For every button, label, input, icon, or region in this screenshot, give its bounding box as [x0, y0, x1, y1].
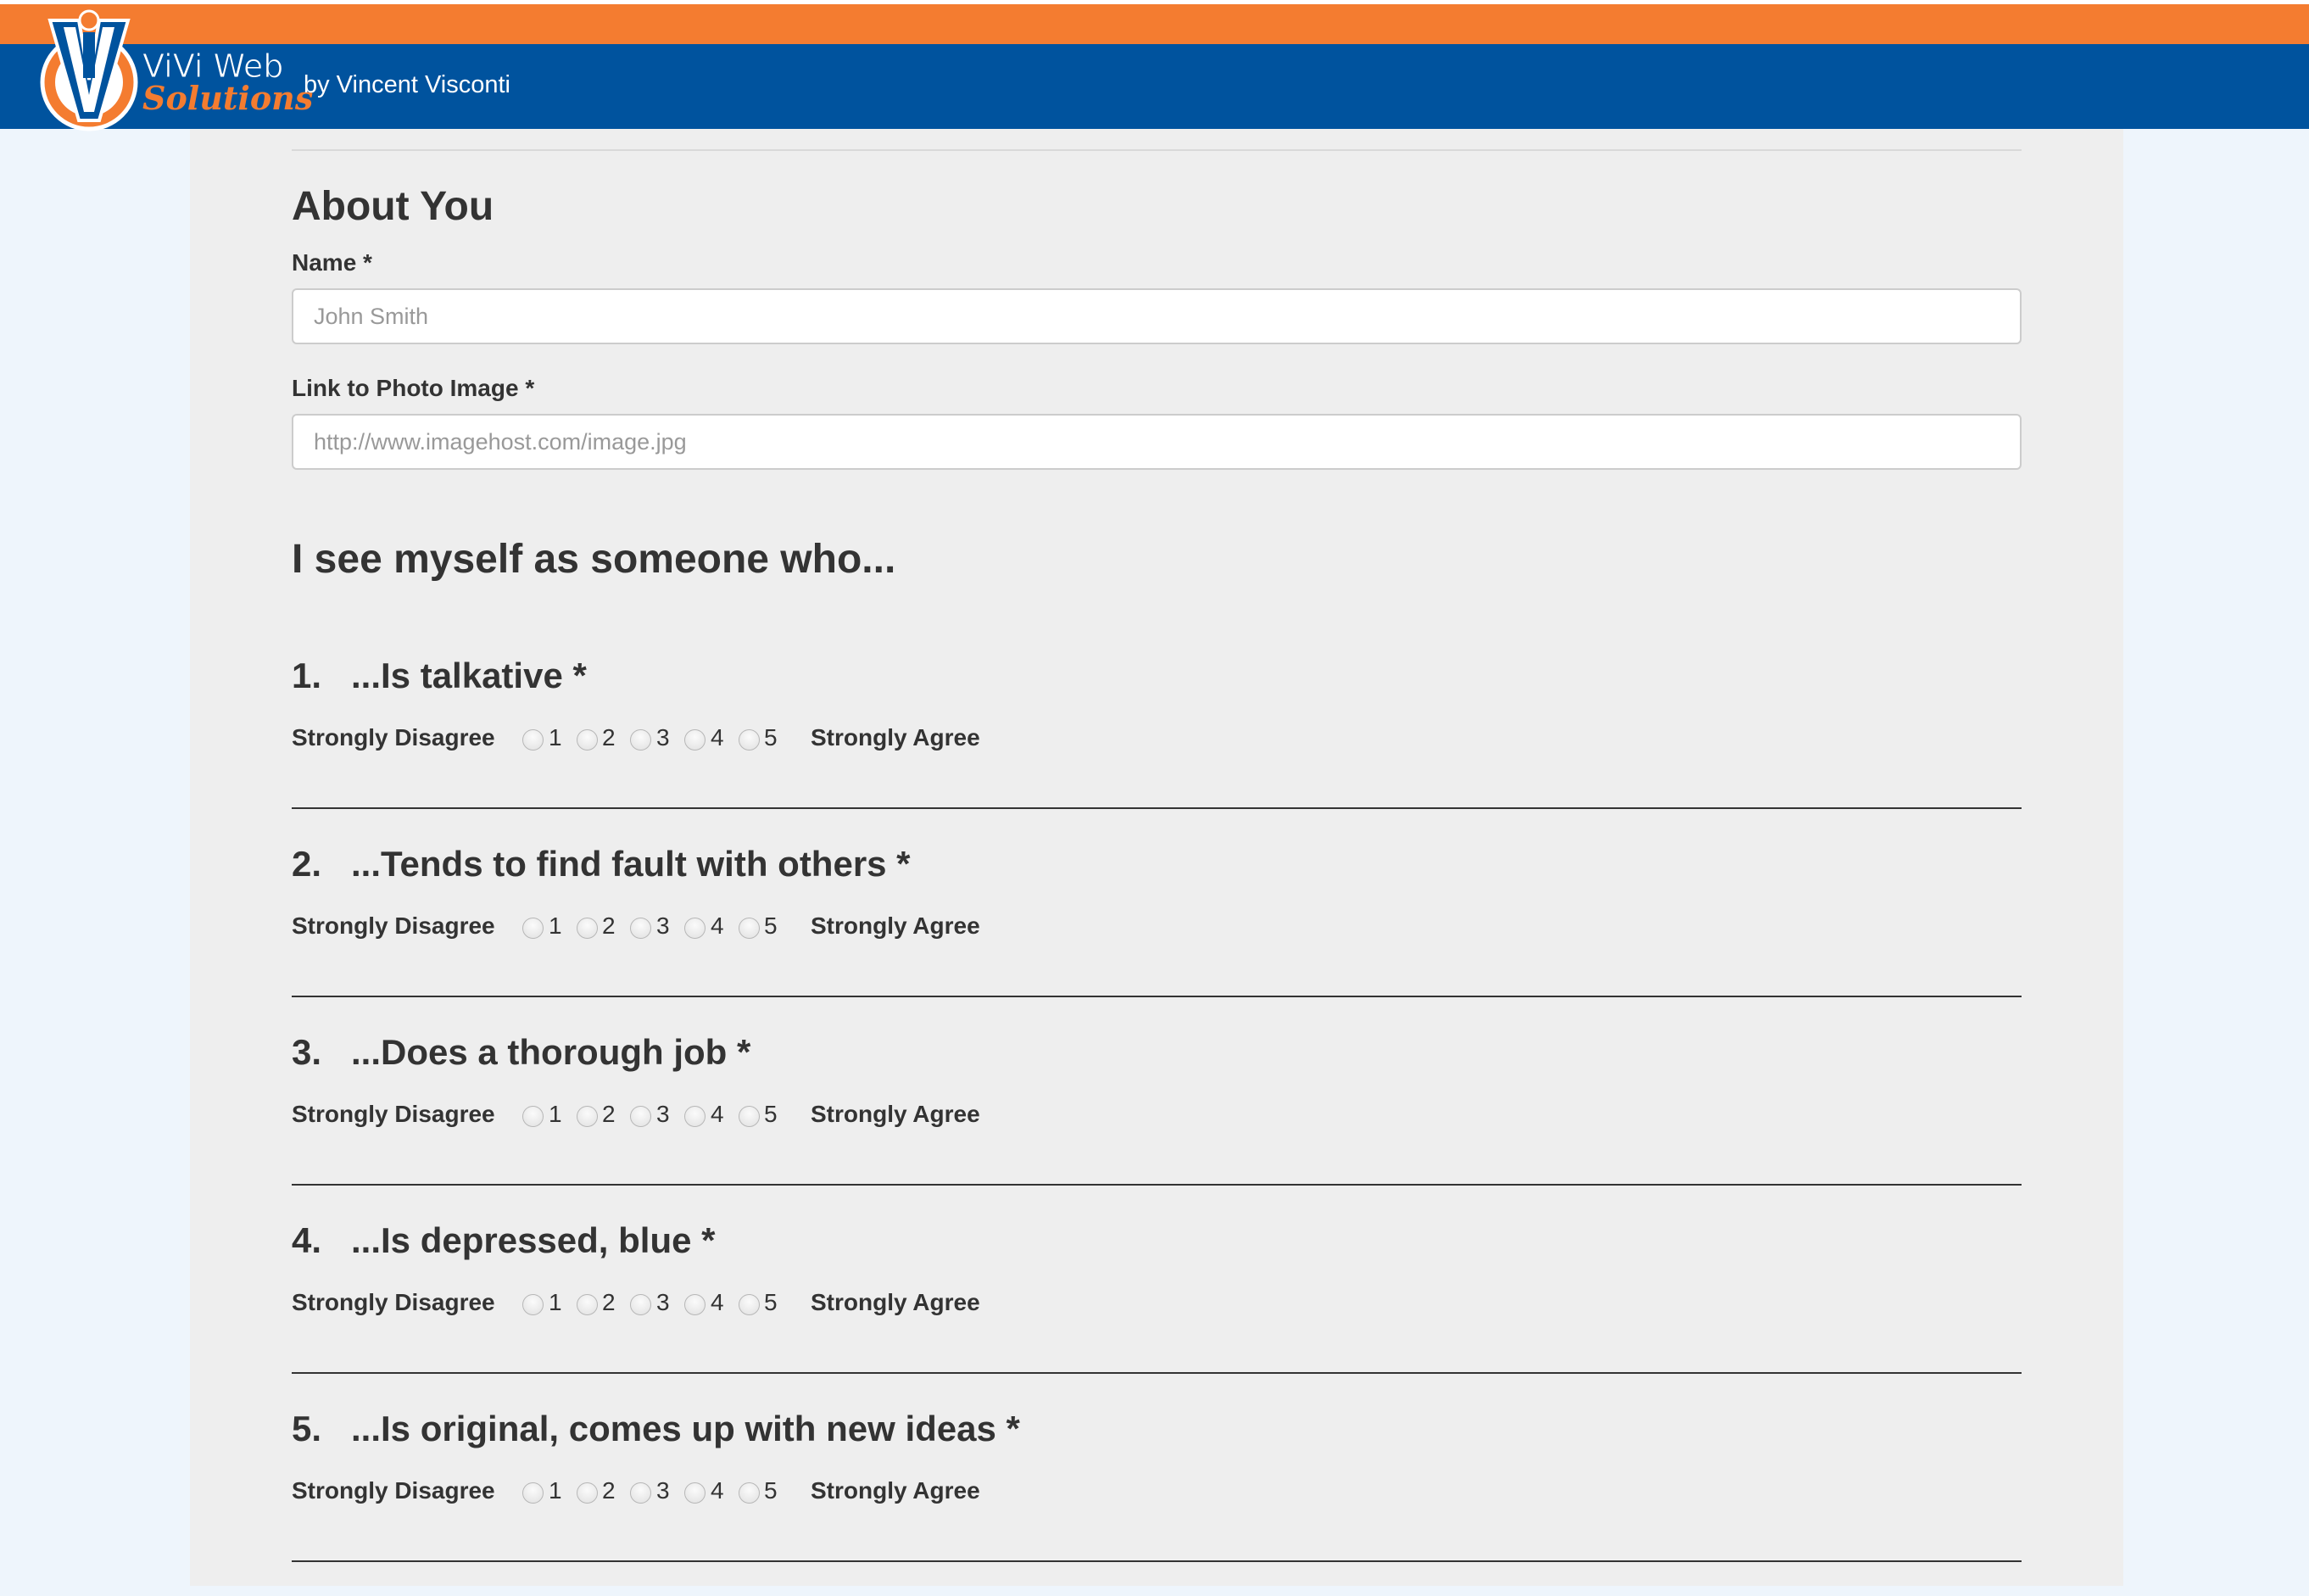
question-divider: [292, 1184, 2022, 1186]
rating-radio[interactable]: [577, 918, 598, 939]
rating-radio[interactable]: [630, 1482, 651, 1504]
question-number: 2.: [292, 844, 322, 884]
rating-radio[interactable]: [630, 918, 651, 939]
question-text: ...Is talkative *: [351, 656, 587, 695]
question-divider: [292, 1372, 2022, 1374]
scale-label-agree: Strongly Agree: [811, 912, 980, 939]
rating-value-label: 2: [602, 1289, 616, 1315]
scale-label-agree: Strongly Agree: [811, 1477, 980, 1504]
photo-link-input[interactable]: [292, 414, 2022, 470]
rating-value-label: 5: [764, 1477, 778, 1504]
question-text: ...Does a thorough job *: [351, 1032, 751, 1072]
question-item: 2. ...Tends to find fault with others * St…: [292, 843, 2022, 1031]
scale-label-disagree: Strongly Disagree: [292, 724, 495, 751]
brand-name-line2: Solutions: [142, 79, 314, 117]
scale-label-disagree: Strongly Disagree: [292, 912, 495, 939]
rating-value-label: 1: [549, 1101, 562, 1127]
question-item: 5. ...Is original, comes up with new idea…: [292, 1408, 2022, 1596]
rating-value-label: 1: [549, 1477, 562, 1504]
rating-radio[interactable]: [522, 1106, 544, 1127]
question-text: ...Is depressed, blue *: [351, 1220, 716, 1260]
survey-heading: I see myself as someone who...: [292, 537, 896, 582]
rating-value-label: 2: [602, 1477, 616, 1504]
rating-radio[interactable]: [739, 918, 760, 939]
question-title: 1. ...Is talkative *: [292, 655, 587, 697]
rating-radio[interactable]: [577, 1482, 598, 1504]
scale-label-agree: Strongly Agree: [811, 1289, 980, 1315]
about-you-title: About You: [292, 184, 494, 229]
question-title: 2. ...Tends to find fault with others *: [292, 843, 911, 885]
rating-value-label: 5: [764, 1289, 778, 1315]
rating-value-label: 2: [602, 724, 616, 751]
scale-label-disagree: Strongly Disagree: [292, 1101, 495, 1127]
scale-label-disagree: Strongly Disagree: [292, 1477, 495, 1504]
question-number: 1.: [292, 656, 322, 695]
rating-value-label: 3: [656, 724, 670, 751]
rating-radio[interactable]: [577, 729, 598, 751]
name-input[interactable]: [292, 288, 2022, 344]
scale-label-agree: Strongly Agree: [811, 724, 980, 751]
rating-value-label: 5: [764, 724, 778, 751]
form-container: About You Name * Link to Photo Image * I…: [190, 129, 2123, 1586]
question-title: 4. ...Is depressed, blue *: [292, 1219, 716, 1262]
rating-radio[interactable]: [522, 729, 544, 751]
question-number: 3.: [292, 1032, 322, 1072]
rating-value-label: 4: [711, 1289, 724, 1315]
photo-link-label: Link to Photo Image *: [292, 375, 535, 401]
rating-value-label: 1: [549, 912, 562, 939]
question-text: ...Tends to find fault with others *: [351, 844, 911, 884]
question-number: 5.: [292, 1409, 322, 1448]
question-number: 4.: [292, 1220, 322, 1260]
rating-radio[interactable]: [684, 918, 706, 939]
rating-value-label: 2: [602, 912, 616, 939]
rating-radio[interactable]: [630, 1294, 651, 1315]
question-item: 3. ...Does a thorough job * Strongly Disag…: [292, 1031, 2022, 1219]
header-orange-bar: [0, 4, 2309, 44]
question-text: ...Is original, comes up with new ideas …: [351, 1409, 1020, 1448]
rating-radio[interactable]: [522, 918, 544, 939]
question-divider: [292, 1560, 2022, 1562]
rating-radio[interactable]: [739, 1106, 760, 1127]
header-byline: by Vincent Visconti: [304, 71, 510, 98]
rating-value-label: 4: [711, 1101, 724, 1127]
vivi-logo-icon[interactable]: [38, 2, 140, 133]
brand-name-line1: ViVi Web: [142, 47, 284, 85]
rating-value-label: 2: [602, 1101, 616, 1127]
rating-radio[interactable]: [630, 1106, 651, 1127]
rating-radio[interactable]: [630, 729, 651, 751]
rating-value-label: 4: [711, 724, 724, 751]
rating-radio[interactable]: [684, 1294, 706, 1315]
top-divider: [292, 149, 2022, 151]
rating-radio[interactable]: [577, 1294, 598, 1315]
rating-value-label: 1: [549, 724, 562, 751]
question-item: 1. ...Is talkative * Strongly Disagree 1 2 3 4…: [292, 655, 2022, 843]
scale-label-disagree: Strongly Disagree: [292, 1289, 495, 1315]
rating-radio[interactable]: [739, 1294, 760, 1315]
rating-radio[interactable]: [684, 1106, 706, 1127]
rating-radio[interactable]: [522, 1294, 544, 1315]
scale-label-agree: Strongly Agree: [811, 1101, 980, 1127]
rating-value-label: 4: [711, 1477, 724, 1504]
rating-radio[interactable]: [739, 1482, 760, 1504]
rating-radio[interactable]: [684, 1482, 706, 1504]
rating-radio[interactable]: [522, 1482, 544, 1504]
question-divider: [292, 996, 2022, 997]
question-item: 4. ...Is depressed, blue * Strongly Disagr…: [292, 1219, 2022, 1408]
rating-value-label: 3: [656, 1477, 670, 1504]
rating-value-label: 5: [764, 912, 778, 939]
rating-radio[interactable]: [739, 729, 760, 751]
rating-value-label: 3: [656, 912, 670, 939]
question-title: 3. ...Does a thorough job *: [292, 1031, 750, 1074]
rating-value-label: 4: [711, 912, 724, 939]
question-divider: [292, 807, 2022, 809]
rating-value-label: 3: [656, 1289, 670, 1315]
rating-value-label: 1: [549, 1289, 562, 1315]
name-label: Name *: [292, 249, 372, 276]
rating-radio[interactable]: [577, 1106, 598, 1127]
rating-value-label: 3: [656, 1101, 670, 1127]
rating-radio[interactable]: [684, 729, 706, 751]
question-title: 5. ...Is original, comes up with new idea…: [292, 1408, 1020, 1450]
rating-value-label: 5: [764, 1101, 778, 1127]
